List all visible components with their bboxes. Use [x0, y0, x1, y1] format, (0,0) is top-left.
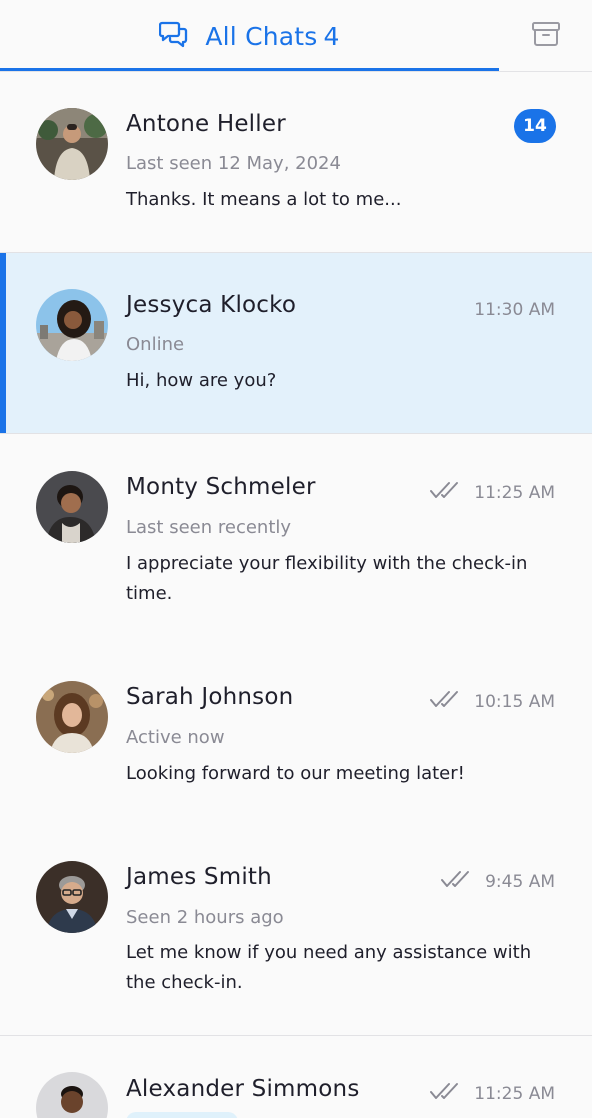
contact-status: Last seen recently: [126, 517, 292, 538]
last-message-time: 10:15 AM: [430, 690, 555, 713]
time-text: 11:30 AM: [474, 300, 555, 320]
chat-bubbles-icon: [159, 19, 189, 53]
contact-name: Antone Heller: [126, 111, 286, 137]
chat-item-antone-heller[interactable]: Antone Heller 14 Last seen 12 May, 2024 …: [0, 72, 592, 252]
contact-status: Seen 2 hours ago: [126, 907, 284, 928]
avatar: [36, 861, 108, 933]
read-receipt-icon: [441, 870, 475, 893]
active-tab-indicator: [0, 68, 499, 71]
tab-all-chats-text: All Chats: [205, 21, 318, 51]
contact-name: Jessyca Klocko: [126, 292, 297, 318]
time-text: 11:25 AM: [474, 482, 555, 503]
avatar: [36, 681, 108, 753]
chat-item-sarah-johnson[interactable]: Sarah Johnson 10:15 AM Active now Lookin…: [0, 644, 592, 824]
selected-indicator: [0, 253, 6, 433]
avatar: [36, 1072, 108, 1118]
contact-status: Active now: [126, 727, 225, 748]
tab-all-chats-count: 4: [323, 21, 340, 51]
read-receipt-icon: [430, 1082, 464, 1105]
tab-all-chats[interactable]: All Chats 4: [0, 0, 499, 72]
chat-item-alexander-simmons[interactable]: Alexander Simmons 11:25 AM: [0, 1036, 592, 1118]
contact-name: Monty Schmeler: [126, 474, 316, 500]
avatar: [36, 289, 108, 361]
contact-name: James Smith: [126, 864, 272, 890]
last-message-time: 9:45 AM: [441, 870, 555, 893]
time-text: 9:45 AM: [485, 871, 555, 892]
tab-archived[interactable]: [499, 0, 592, 72]
chat-item-monty-schmeler[interactable]: Monty Schmeler 11:25 AM Last seen recent…: [0, 434, 592, 644]
chat-tabs-header: All Chats 4: [0, 0, 592, 72]
archive-icon: [531, 20, 561, 52]
last-message: I appreciate your flexibility with the c…: [126, 553, 528, 604]
contact-status: Online: [126, 334, 185, 355]
contact-status: Last seen 12 May, 2024: [126, 153, 341, 174]
avatar: [36, 108, 108, 180]
contact-name: Sarah Johnson: [126, 684, 294, 710]
time-text: 10:15 AM: [474, 691, 555, 712]
chat-item-jessyca-klocko[interactable]: Jessyca Klocko 11:30 AM Online Hi, how a…: [0, 253, 592, 433]
read-receipt-icon: [430, 690, 464, 713]
tab-all-chats-label: All Chats 4: [205, 22, 339, 51]
last-message: Looking forward to our meeting later!: [126, 763, 465, 784]
read-receipt-icon: [430, 481, 464, 504]
last-message: Hi, how are you?: [126, 370, 277, 391]
chat-item-james-smith[interactable]: James Smith 9:45 AM Seen 2 hours ago Let…: [0, 824, 592, 1035]
avatar: [36, 471, 108, 543]
contact-name: Alexander Simmons: [126, 1076, 360, 1102]
last-message-time: 11:25 AM: [430, 1082, 555, 1105]
time-text: 11:25 AM: [474, 1083, 555, 1104]
last-message-time: 11:30 AM: [474, 300, 555, 320]
status-chip: [126, 1112, 238, 1118]
unread-count-badge: 14: [514, 109, 556, 143]
last-message-time: 11:25 AM: [430, 481, 555, 504]
last-message: Thanks. It means a lot to me...: [126, 189, 402, 210]
last-message: Let me know if you need any assistance w…: [126, 942, 532, 993]
